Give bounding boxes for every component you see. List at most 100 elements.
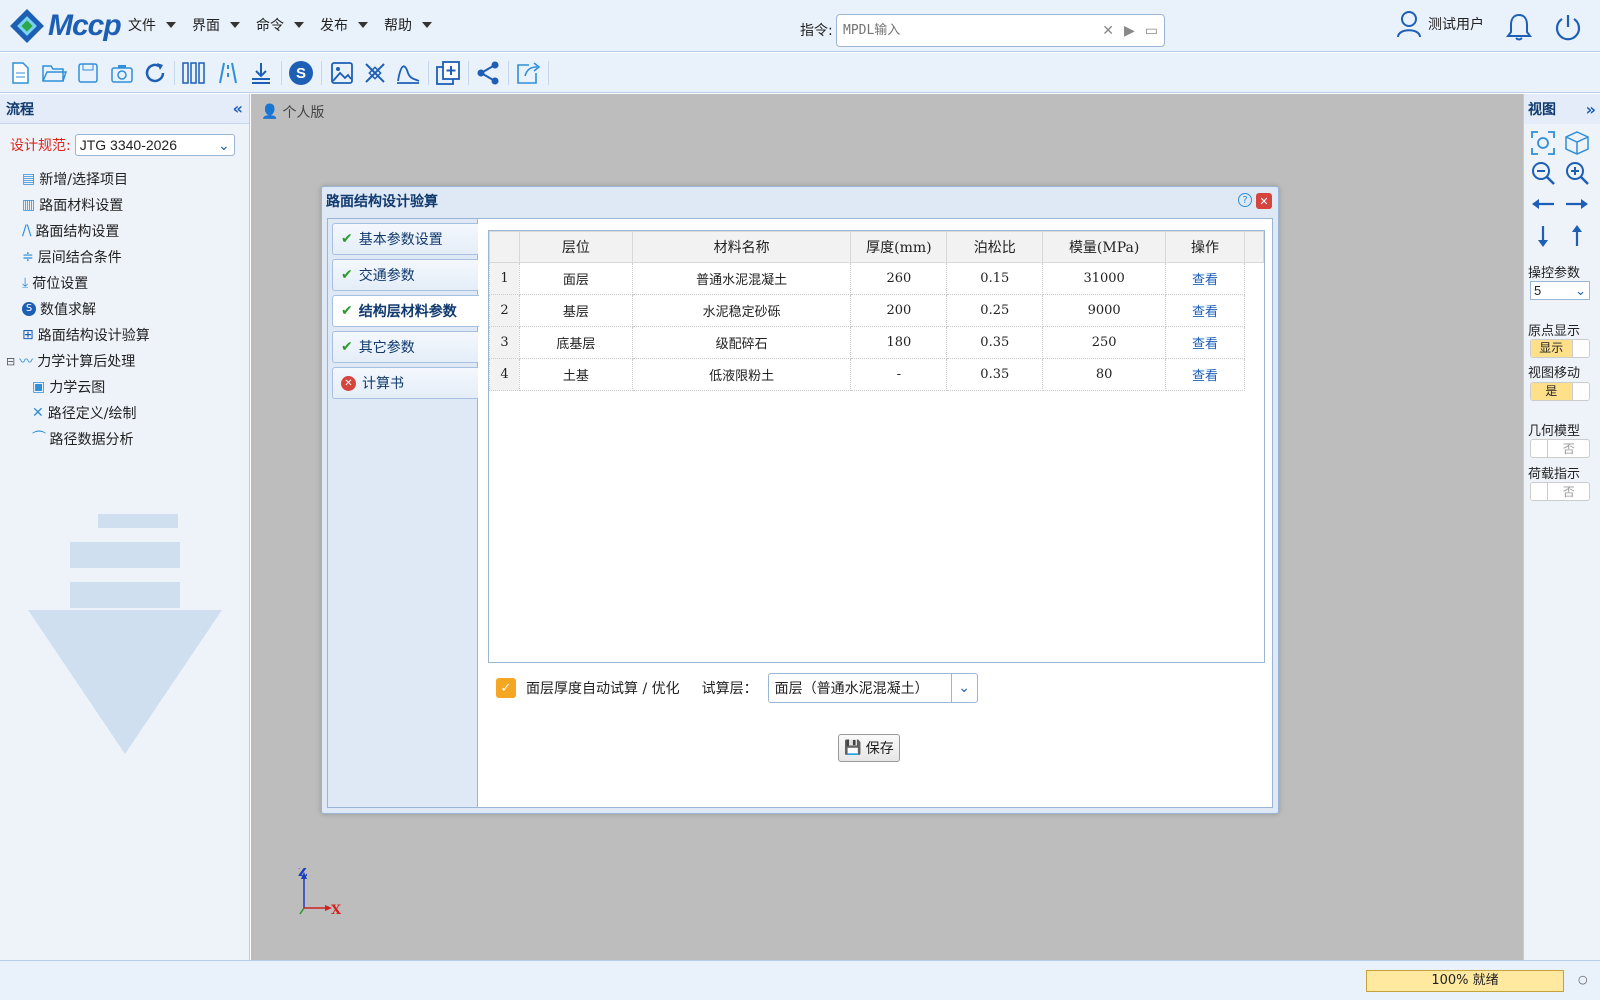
open-folder-icon[interactable] bbox=[40, 59, 68, 87]
arrow-up-icon[interactable] bbox=[1564, 224, 1590, 248]
table-cell[interactable]: 250 bbox=[1042, 326, 1167, 359]
cube-view-icon[interactable] bbox=[1564, 130, 1590, 156]
user-menu[interactable]: 测试用户 bbox=[1396, 10, 1484, 38]
new-file-icon[interactable] bbox=[6, 59, 34, 87]
help-icon[interactable]: ? bbox=[1238, 193, 1252, 207]
collapse-left-icon[interactable]: « bbox=[233, 99, 243, 118]
tab-report[interactable]: ✕ 计算书 bbox=[332, 367, 478, 399]
table-cell[interactable]: 0.35 bbox=[946, 326, 1044, 359]
view-link[interactable]: 查看 bbox=[1165, 294, 1245, 327]
tree-item-contour[interactable]: ▣ 力学云图 bbox=[6, 374, 246, 400]
view-link[interactable]: 查看 bbox=[1165, 326, 1245, 359]
table-cell[interactable]: 80 bbox=[1042, 358, 1167, 391]
load-icon[interactable] bbox=[247, 59, 275, 87]
table-row[interactable]: 4 土基 低液限粉土 - 0.35 80 查看 bbox=[489, 358, 1264, 391]
tab-other-params[interactable]: ✔ 其它参数 bbox=[332, 331, 478, 363]
table-cell[interactable]: 水泥稳定砂砾 bbox=[631, 294, 852, 327]
trial-layer-select[interactable]: 面层（普通水泥混凝土） ⌄ bbox=[767, 673, 978, 703]
view-link[interactable]: 查看 bbox=[1165, 262, 1245, 295]
zoom-out-icon[interactable] bbox=[1530, 160, 1556, 186]
view-move-toggle[interactable]: 是 bbox=[1530, 382, 1590, 401]
clear-icon[interactable]: ✕ bbox=[1102, 23, 1114, 39]
tab-basic-params[interactable]: ✔ 基本参数设置 bbox=[332, 223, 478, 255]
solver-icon[interactable]: S bbox=[287, 59, 315, 87]
tab-layer-material-params[interactable]: ✔ 结构层材料参数 bbox=[332, 295, 479, 327]
check-design-icon[interactable] bbox=[434, 59, 462, 87]
tree-item-path-define[interactable]: ✕ 路径定义/绘制 bbox=[6, 400, 246, 426]
table-cell[interactable]: 200 bbox=[850, 294, 948, 327]
bell-icon[interactable] bbox=[1506, 12, 1532, 42]
tree-item-path-analysis[interactable]: ⏜ 路径数据分析 bbox=[6, 426, 246, 452]
ctrl-param-select[interactable]: 5 ⌄ bbox=[1530, 281, 1590, 300]
table-cell[interactable]: 9000 bbox=[1042, 294, 1167, 327]
design-spec-select[interactable]: JTG 3340-2026 ⌄ bbox=[74, 134, 235, 156]
close-icon[interactable]: ✕ bbox=[1256, 193, 1272, 209]
chart-icon[interactable] bbox=[394, 59, 422, 87]
column-header[interactable]: 层位 bbox=[518, 231, 633, 263]
table-row[interactable]: 2 基层 水泥稳定砂砾 200 0.25 9000 查看 bbox=[489, 294, 1264, 327]
table-row[interactable]: 1 面层 普通水泥混凝土 260 0.15 31000 查看 bbox=[489, 262, 1264, 295]
table-cell[interactable]: 0.35 bbox=[946, 358, 1044, 391]
table-cell[interactable]: 土基 bbox=[518, 358, 633, 391]
run-icon[interactable]: ▶ bbox=[1124, 23, 1135, 39]
geometry-toggle[interactable]: 否 bbox=[1530, 439, 1590, 458]
tree-item-interlayer[interactable]: ≑ 层间结合条件 bbox=[6, 244, 246, 270]
tree-item-solve[interactable]: S 数值求解 bbox=[6, 296, 246, 322]
table-cell[interactable]: 底基层 bbox=[518, 326, 633, 359]
fit-view-icon[interactable] bbox=[1530, 130, 1556, 156]
tree-item-design-check[interactable]: ⊞ 路面结构设计验算 bbox=[6, 322, 246, 348]
path-icon[interactable] bbox=[361, 59, 389, 87]
tree-item-structure[interactable]: /\ 路面结构设置 bbox=[6, 218, 246, 244]
menu-help[interactable]: 帮助 bbox=[384, 15, 432, 35]
table-cell[interactable]: 基层 bbox=[518, 294, 633, 327]
view-link[interactable]: 查看 bbox=[1165, 358, 1245, 391]
camera-icon[interactable] bbox=[108, 59, 136, 87]
column-header[interactable]: 操作 bbox=[1165, 231, 1245, 263]
arrow-left-icon[interactable] bbox=[1530, 194, 1556, 214]
origin-toggle[interactable]: 显示 bbox=[1530, 339, 1590, 358]
table-cell[interactable]: 低液限粉土 bbox=[631, 358, 852, 391]
share-icon[interactable] bbox=[474, 59, 502, 87]
tab-traffic-params[interactable]: ✔ 交通参数 bbox=[332, 259, 478, 291]
table-cell[interactable]: 0.15 bbox=[946, 262, 1044, 295]
table-cell[interactable]: 级配碎石 bbox=[631, 326, 852, 359]
refresh-icon[interactable] bbox=[141, 59, 169, 87]
arrow-down-icon[interactable] bbox=[1530, 224, 1556, 248]
image-icon[interactable] bbox=[328, 59, 356, 87]
zoom-in-icon[interactable] bbox=[1564, 160, 1590, 186]
table-cell[interactable]: 180 bbox=[850, 326, 948, 359]
menu-file[interactable]: 文件 bbox=[128, 15, 176, 35]
column-header[interactable]: 泊松比 bbox=[946, 231, 1044, 263]
table-cell[interactable]: 0.25 bbox=[946, 294, 1044, 327]
window-icon[interactable]: ▭ bbox=[1145, 23, 1158, 39]
column-header[interactable]: 厚度(mm) bbox=[850, 231, 948, 263]
table-cell[interactable]: 普通水泥混凝土 bbox=[631, 262, 852, 295]
column-header[interactable]: 材料名称 bbox=[631, 231, 852, 263]
collapse-tree-icon[interactable]: ⊟ bbox=[6, 355, 15, 368]
table-cell[interactable]: - bbox=[850, 358, 948, 391]
table-row[interactable]: 3 底基层 级配碎石 180 0.35 250 查看 bbox=[489, 326, 1264, 359]
collapse-right-icon[interactable]: » bbox=[1586, 100, 1596, 119]
save-button[interactable]: 💾 保存 bbox=[838, 734, 900, 762]
app-logo[interactable]: Mccp bbox=[10, 8, 122, 44]
tree-item-new-project[interactable]: ▤ 新增/选择项目 bbox=[6, 166, 246, 192]
menu-command[interactable]: 命令 bbox=[256, 15, 304, 35]
tree-item-load-position[interactable]: ⤓ 荷位设置 bbox=[6, 270, 246, 296]
tree-item-postprocess[interactable]: ⊟ 〰力学计算后处理 bbox=[6, 348, 246, 374]
save-icon[interactable] bbox=[74, 59, 102, 87]
table-cell[interactable]: 面层 bbox=[518, 262, 633, 295]
arrow-right-icon[interactable] bbox=[1564, 194, 1590, 214]
export-icon[interactable] bbox=[514, 59, 542, 87]
menu-interface[interactable]: 界面 bbox=[192, 15, 240, 35]
column-header[interactable]: 模量(MPa) bbox=[1042, 231, 1167, 263]
tree-item-material[interactable]: ▥ 路面材料设置 bbox=[6, 192, 246, 218]
structure-icon[interactable] bbox=[214, 59, 242, 87]
power-icon[interactable] bbox=[1553, 12, 1583, 42]
menu-publish[interactable]: 发布 bbox=[320, 15, 368, 35]
command-input[interactable] bbox=[837, 15, 1077, 46]
auto-optimize-checkbox[interactable]: ✓ bbox=[496, 678, 516, 698]
table-cell[interactable]: 31000 bbox=[1042, 262, 1167, 295]
table-cell[interactable]: 260 bbox=[850, 262, 948, 295]
material-icon[interactable] bbox=[180, 59, 208, 87]
load-indicator-toggle[interactable]: 否 bbox=[1530, 482, 1590, 501]
